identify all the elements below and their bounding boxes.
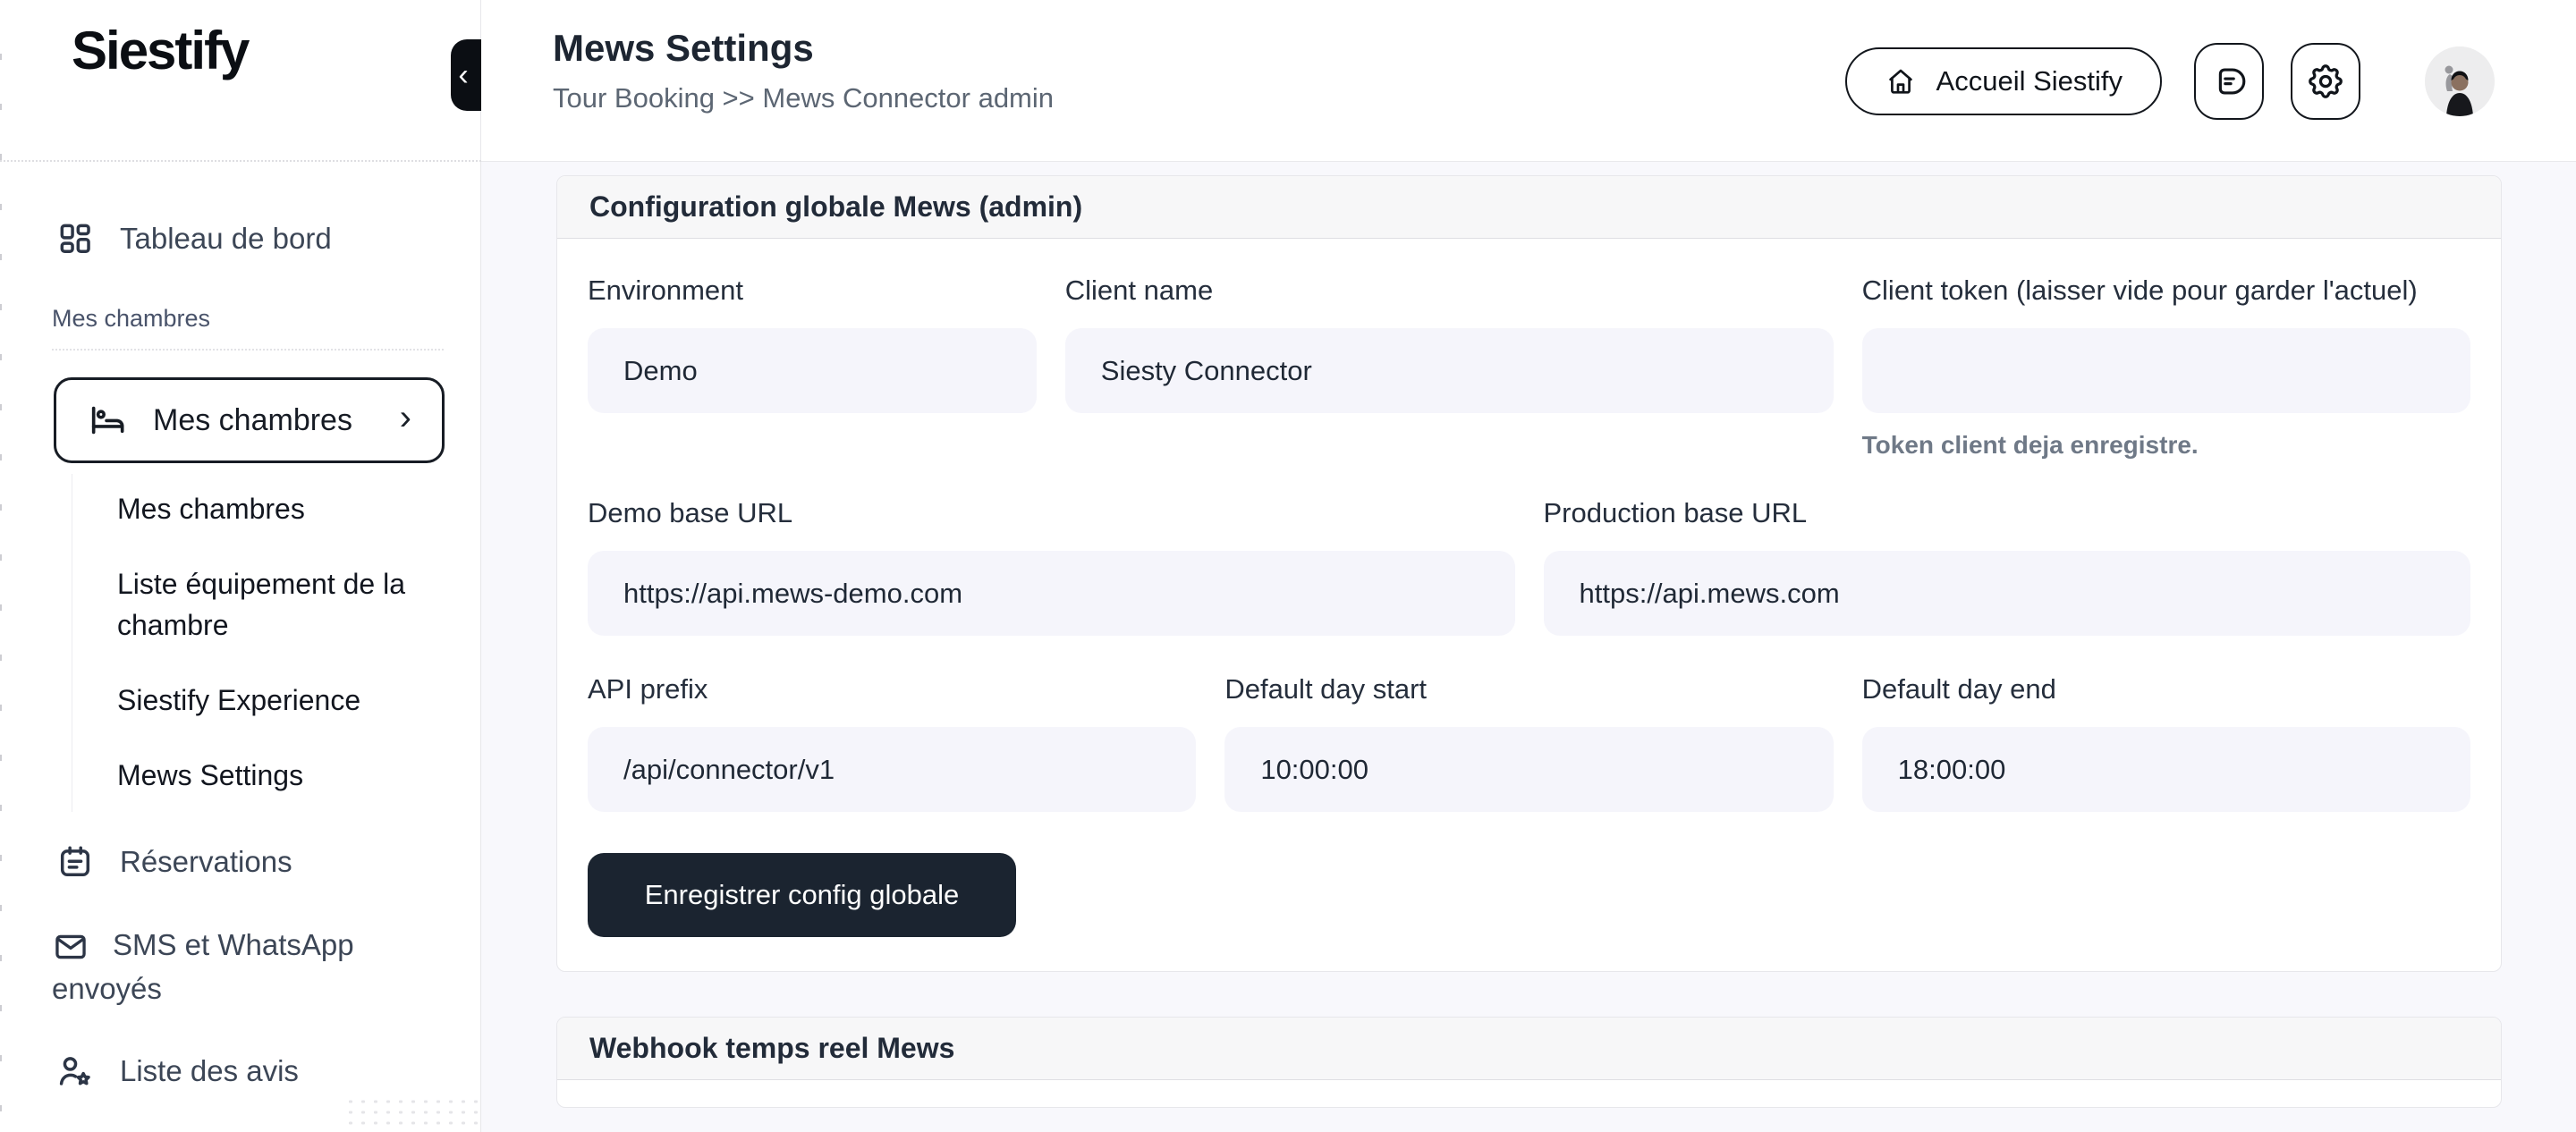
sidebar-item-mes-chambres-active[interactable]: Mes chambres › (54, 377, 445, 463)
breadcrumb: Tour Booking >> Mews Connector admin (553, 82, 1055, 114)
global-config-card: Configuration globale Mews (admin) Envir… (556, 175, 2502, 972)
main-content: Configuration globale Mews (admin) Envir… (481, 162, 2576, 1132)
demo-base-url-label: Demo base URL (588, 497, 793, 528)
card-title: Configuration globale Mews (admin) (589, 190, 1083, 223)
client-name-label: Client name (1064, 275, 1214, 306)
sidebar-item-label: Liste des avis (120, 1054, 299, 1087)
submenu-item-liste-equipement[interactable]: Liste équipement de la chambre (117, 563, 417, 646)
field-demo-base-url: Demo base URL (588, 497, 1515, 636)
mail-icon (55, 935, 86, 959)
production-base-url-label: Production base URL (1543, 497, 1808, 528)
field-default-day-start: Default day start (1224, 673, 1834, 812)
settings-button[interactable] (2291, 42, 2360, 120)
sidebar-corner-texture (344, 1096, 479, 1132)
sidebar-collapse-button[interactable]: ‹ (451, 39, 481, 111)
accueil-siestify-label: Accueil Siestify (1936, 64, 2123, 97)
chevron-left-icon: ‹ (458, 57, 469, 92)
client-token-label: Client token (laisser vide pour garder l… (1861, 275, 2418, 306)
header-actions: Accueil Siestify (1844, 0, 2495, 162)
home-icon (1888, 69, 1912, 94)
environment-input[interactable] (588, 328, 1037, 413)
default-day-end-label: Default day end (1861, 673, 2056, 705)
api-prefix-label: API prefix (588, 673, 708, 705)
field-client-name: Client name (1064, 275, 1834, 460)
card-title: Webhook temps reel Mews (589, 1032, 955, 1064)
field-production-base-url: Production base URL (1543, 497, 2470, 636)
default-day-start-label: Default day start (1224, 673, 1428, 705)
page-title: Mews Settings (553, 27, 814, 69)
chat-icon (2218, 67, 2246, 95)
app-logo: Siestify (72, 21, 250, 80)
client-token-helper: Token client deja enregistre. (1861, 431, 2199, 459)
sidebar-item-reservations[interactable]: Réservations (55, 842, 479, 882)
webhook-card-body (557, 1080, 2501, 1107)
global-config-card-header: Configuration globale Mews (admin) (557, 176, 2501, 239)
production-base-url-input[interactable] (1543, 551, 2470, 636)
sidebar-section-divider (52, 349, 444, 351)
user-avatar[interactable] (2425, 46, 2495, 116)
submenu-item-siestify-experience[interactable]: Siestify Experience (117, 680, 417, 721)
user-star-icon (59, 1057, 90, 1086)
calendar-icon (60, 846, 90, 877)
screen-edge-dashes (0, 54, 2, 1132)
global-config-card-body: Environment Client name Client token (la… (557, 239, 2501, 971)
default-day-start-input[interactable] (1224, 727, 1834, 812)
field-api-prefix: API prefix (588, 673, 1197, 812)
chevron-right-icon: › (399, 398, 411, 437)
field-environment: Environment (588, 275, 1037, 460)
sidebar-item-liste-des-avis[interactable]: Liste des avis (55, 1052, 479, 1091)
sidebar-item-tableau-de-bord[interactable]: Tableau de bord (55, 219, 479, 258)
bed-icon (91, 406, 124, 435)
submenu-item-mews-settings[interactable]: Mews Settings (117, 755, 417, 796)
sidebar-item-label: Tableau de bord (120, 222, 332, 255)
field-default-day-end: Default day end (1861, 673, 2470, 812)
gear-icon (2309, 63, 2343, 98)
environment-label: Environment (588, 275, 744, 306)
sidebar-item-label: SMS et WhatsApp envoyés (52, 928, 354, 1005)
client-name-input[interactable] (1064, 328, 1834, 413)
sidebar-nav: Tableau de bord Mes chambres Mes chambre… (0, 162, 479, 1091)
dashboard-icon (60, 224, 90, 254)
demo-base-url-input[interactable] (588, 551, 1515, 636)
top-header: Mews Settings Tour Booking >> Mews Conne… (481, 0, 2576, 162)
webhook-card: Webhook temps reel Mews (556, 1017, 2502, 1108)
sidebar-section-label: Mes chambres (52, 305, 211, 332)
field-client-token: Client token (laisser vide pour garder l… (1861, 275, 2470, 460)
api-prefix-input[interactable] (588, 727, 1197, 812)
submenu-item-mes-chambres[interactable]: Mes chambres (117, 488, 417, 529)
webhook-card-header: Webhook temps reel Mews (557, 1018, 2501, 1080)
default-day-end-input[interactable] (1861, 727, 2470, 812)
sidebar-item-sms-whatsapp[interactable]: SMS et WhatsApp envoyés (52, 923, 435, 1010)
avatar-image (2425, 46, 2495, 116)
sidebar-submenu: Mes chambres Liste équipement de la cham… (72, 474, 479, 812)
client-token-input[interactable] (1861, 328, 2470, 413)
accueil-siestify-button[interactable]: Accueil Siestify (1844, 46, 2162, 115)
sidebar-item-label: Réservations (120, 845, 292, 878)
sidebar: Siestify ‹ Tableau de bord Mes chambres … (0, 0, 481, 1132)
chat-button[interactable] (2194, 42, 2264, 120)
save-global-config-button[interactable]: Enregistrer config globale (588, 853, 1016, 937)
sidebar-item-label: Mes chambres (153, 402, 352, 437)
